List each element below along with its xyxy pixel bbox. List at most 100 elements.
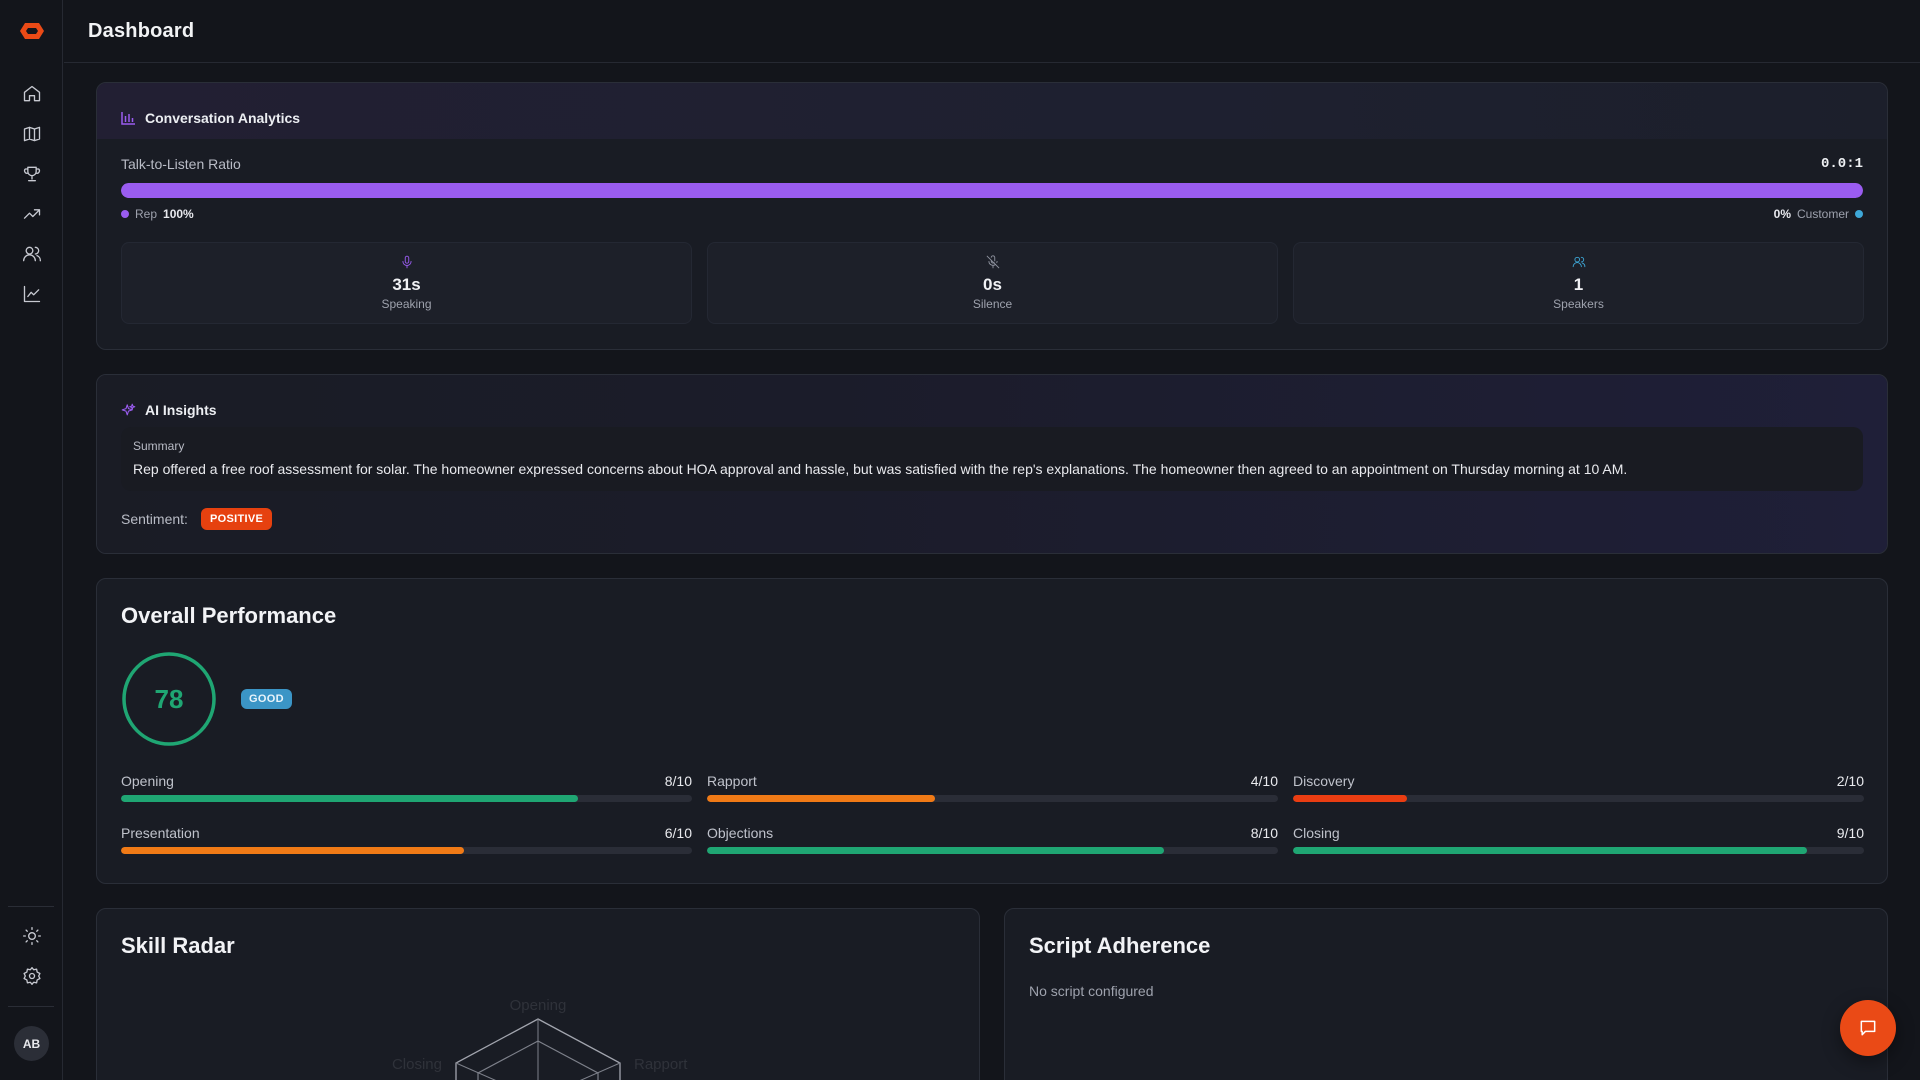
customer-legend: 0% Customer: [1774, 207, 1863, 221]
avatar[interactable]: AB: [14, 1026, 49, 1061]
sidebar-item-team[interactable]: [0, 234, 63, 274]
metric-track: [121, 847, 692, 854]
sidebar-divider: [8, 906, 54, 907]
theme-toggle-button[interactable]: [0, 916, 63, 956]
trophy-icon: [23, 166, 40, 182]
sidebar-item-trends[interactable]: [0, 194, 63, 234]
metric-score: 8/10: [664, 773, 692, 789]
sidebar-item-home[interactable]: [0, 74, 63, 114]
metric-fill: [1293, 795, 1408, 802]
home-icon: [23, 85, 40, 102]
overall-performance-card: Overall Performance 78 GOOD Opening 8/10…: [96, 578, 1888, 884]
overall-score: 78: [154, 683, 184, 714]
ai-insights-card: AI Insights Summary Rep offered a free r…: [96, 374, 1888, 554]
settings-button[interactable]: [0, 956, 63, 996]
insights-title: AI Insights: [145, 402, 217, 418]
metric-score: 8/10: [1250, 825, 1278, 841]
metric-opening: Opening 8/10: [121, 773, 692, 809]
stat-silence: 0s Silence: [707, 242, 1278, 324]
metric-fill: [707, 795, 936, 802]
metric-fill: [707, 847, 1164, 854]
metric-name: Objections: [707, 825, 774, 841]
metric-name: Closing: [1293, 825, 1340, 841]
stat-value: 1: [1573, 275, 1584, 294]
gear-icon: [22, 967, 41, 985]
sidebar-item-analytics[interactable]: [0, 274, 63, 314]
metric-discovery: Discovery 2/10: [1293, 773, 1864, 809]
sentiment-label: Sentiment:: [121, 511, 188, 527]
customer-dot-icon: [1855, 210, 1863, 218]
script-adherence-title: Script Adherence: [1029, 933, 1211, 958]
skill-radar-card: Skill Radar Opening Rapport Closing: [96, 908, 980, 1080]
metric-score: 6/10: [664, 825, 692, 841]
analytics-title: Conversation Analytics: [145, 110, 301, 126]
sidebar: AB: [0, 0, 63, 1080]
rep-dot-icon: [121, 210, 129, 218]
stat-value: 31s: [392, 275, 421, 294]
skill-radar-title: Skill Radar: [121, 933, 235, 958]
mic-off-icon: [986, 255, 999, 269]
metric-track: [707, 847, 1278, 854]
rep-percent: 100%: [163, 207, 194, 221]
radar-label-rapport: Rapport: [634, 1056, 688, 1073]
stat-label: Silence: [972, 297, 1013, 311]
customer-percent: 0%: [1773, 207, 1791, 221]
sparkles-icon: [121, 403, 136, 415]
users-icon: [1572, 256, 1585, 268]
metric-fill: [121, 795, 578, 802]
summary-text: Rep offered a free roof assessment for s…: [133, 461, 1628, 477]
metric-score: 4/10: [1250, 773, 1278, 789]
metric-fill: [1293, 847, 1807, 854]
metric-track: [121, 795, 692, 802]
rep-label: Rep: [135, 207, 158, 221]
insights-heading: AI Insights: [121, 402, 217, 418]
summary-box: Summary Rep offered a free roof assessme…: [121, 427, 1863, 491]
card-header-background: [97, 83, 1887, 139]
grade-badge: GOOD: [241, 689, 292, 709]
summary-label: Summary: [133, 439, 185, 453]
script-adherence-card: Script Adherence No script configured: [1004, 908, 1888, 1080]
sentiment-badge: POSITIVE: [201, 508, 273, 530]
sidebar-item-map[interactable]: [0, 114, 63, 154]
metric-name: Opening: [121, 773, 174, 789]
brand-logo-icon[interactable]: [19, 20, 45, 42]
conversation-analytics-card: Conversation Analytics Talk-to-Listen Ra…: [96, 82, 1888, 350]
metric-track: [707, 795, 1278, 802]
stat-label: Speaking: [381, 297, 432, 311]
analytics-heading: Conversation Analytics: [121, 110, 300, 126]
metric-fill: [121, 847, 464, 854]
stat-speakers: 1 Speakers: [1293, 242, 1864, 324]
metric-name: Discovery: [1293, 773, 1355, 789]
chat-button[interactable]: [1840, 1000, 1896, 1056]
sun-icon: [22, 927, 41, 945]
metric-score: 2/10: [1836, 773, 1864, 789]
rep-share-fill: [121, 183, 1863, 198]
skill-radar-chart: Opening Rapport Closing: [392, 997, 688, 1080]
chat-bubble-icon: [1860, 1020, 1876, 1036]
line-chart-icon: [23, 285, 40, 303]
bar-chart-icon: [121, 112, 135, 125]
sidebar-item-leaderboard[interactable]: [0, 154, 63, 194]
metric-name: Presentation: [121, 825, 200, 841]
stat-speaking: 31s Speaking: [121, 242, 692, 324]
top-bar: Dashboard: [64, 0, 1920, 63]
page-title: Dashboard: [88, 20, 195, 42]
microphone-icon: [401, 255, 412, 269]
script-empty-state: No script configured: [1029, 983, 1154, 999]
metric-name: Rapport: [707, 773, 757, 789]
metric-closing: Closing 9/10: [1293, 825, 1864, 861]
customer-label: Customer: [1796, 207, 1849, 221]
talk-ratio-bar: [121, 183, 1863, 198]
metric-presentation: Presentation 6/10: [121, 825, 692, 861]
ratio-label: Talk-to-Listen Ratio: [121, 156, 241, 172]
rep-legend: Rep 100%: [121, 207, 194, 221]
users-icon: [22, 246, 41, 262]
trending-up-icon: [23, 209, 40, 219]
metric-track: [1293, 795, 1864, 802]
sidebar-divider: [8, 1006, 54, 1007]
radar-label-opening: Opening: [510, 997, 567, 1014]
radar-label-closing: Closing: [392, 1056, 442, 1073]
stat-value: 0s: [983, 275, 1002, 294]
stat-label: Speakers: [1553, 297, 1604, 311]
metric-objections: Objections 8/10: [707, 825, 1278, 861]
